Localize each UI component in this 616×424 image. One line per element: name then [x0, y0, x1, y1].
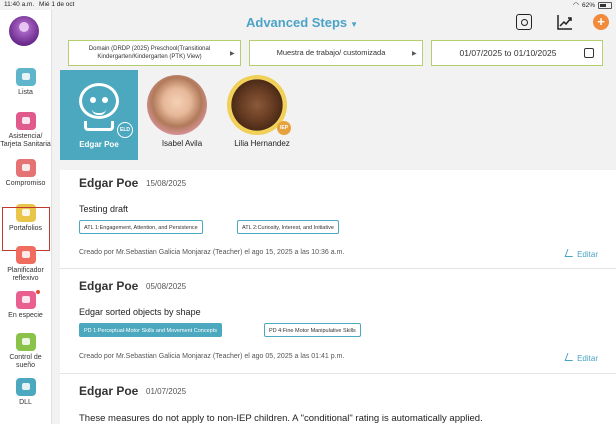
- sample-filter-text: Muestra de trabajo/ customizada: [276, 48, 386, 57]
- wifi-icon: ◠: [572, 2, 579, 9]
- page-title: Advanced Steps: [246, 15, 348, 30]
- engagement-icon: [15, 159, 36, 177]
- heart-icon: [15, 291, 36, 309]
- skill-tag[interactable]: ATL 2:Curiosity, Interest, and Initiativ…: [237, 220, 339, 234]
- status-time: 11:40 a.m. Mié 1 de oct: [4, 1, 75, 8]
- skill-tag[interactable]: PD 4:Fine Motor Manipulative Skills: [264, 323, 361, 337]
- user-avatar[interactable]: [9, 16, 39, 46]
- sidebar: Lista Asistencia/ Tarjeta Sanitaria Comp…: [0, 10, 52, 424]
- entry-date: 15/08/2025: [146, 179, 187, 188]
- planner-icon: [15, 246, 36, 264]
- date-range-text: 01/07/2025 to 01/10/2025: [459, 48, 557, 58]
- sample-filter[interactable]: Muestra de trabajo/ customizada ▶: [249, 40, 423, 66]
- entry-creator: Creado por Mr.Sebastian Galicia Monjaraz…: [79, 353, 345, 360]
- skill-tag[interactable]: PD 1:Perceptual-Motor Skills and Movemen…: [79, 323, 222, 337]
- entry-date: 05/08/2025: [146, 282, 187, 291]
- sidebar-item-label: Asistencia/ Tarjeta Sanitaria: [0, 133, 51, 148]
- sleep-icon: [15, 333, 36, 351]
- trending-chart-icon[interactable]: [557, 14, 573, 30]
- student-name: Edgar Poe: [79, 140, 119, 149]
- portfolio-entry[interactable]: Edgar Poe 15/08/2025 Testing draft ATL 1…: [60, 170, 616, 269]
- top-bar: Advanced Steps ▼ +: [52, 10, 616, 34]
- entry-text: Edgar sorted objects by shape: [79, 307, 201, 317]
- sidebar-item-en-especie[interactable]: En especie: [0, 291, 51, 320]
- camera-icon[interactable]: [516, 14, 532, 30]
- eld-badge: ELD: [117, 122, 133, 138]
- main-area: Advanced Steps ▼ + Domain (DRDP (2025) Pr…: [52, 10, 616, 424]
- student-name: Isabel Avila: [161, 139, 203, 148]
- page-title-dropdown[interactable]: Advanced Steps ▼: [246, 15, 358, 30]
- student-card-edgar[interactable]: ELD Edgar Poe: [60, 70, 138, 160]
- student-name: Lilia Hernandez: [234, 139, 290, 148]
- sidebar-item-planificador[interactable]: Planificador reflexivo: [0, 246, 51, 283]
- portfolio-entry[interactable]: Edgar Poe 01/07/2025 These measures do n…: [60, 378, 616, 424]
- skill-tag[interactable]: ATL 1:Engagement, Attention, and Persist…: [79, 220, 203, 234]
- calendar-icon: [584, 48, 594, 58]
- sidebar-item-label: DLL: [19, 399, 32, 406]
- portfolio-feed: Edgar Poe 15/08/2025 Testing draft ATL 1…: [60, 170, 616, 424]
- domain-filter[interactable]: Domain (DRDP (2025) Preschool(Transition…: [68, 40, 241, 66]
- entry-text: Testing draft: [79, 204, 129, 214]
- entry-author: Edgar Poe: [79, 384, 139, 398]
- student-card-lilia[interactable]: IEP Lilia Hernandez: [222, 70, 312, 160]
- sidebar-item-label: Planificador reflexivo: [7, 267, 44, 282]
- student-card-isabel[interactable]: Isabel Avila: [142, 70, 222, 160]
- entry-creator: Creado por Mr.Sebastian Galicia Monjaraz…: [79, 249, 345, 256]
- sidebar-item-dll[interactable]: DLL: [0, 378, 51, 407]
- entry-author: Edgar Poe: [79, 279, 139, 293]
- battery-percent: 62%: [581, 1, 595, 9]
- status-bar: 11:40 a.m. Mié 1 de oct ◠ 62%: [0, 0, 616, 10]
- student-selector: ELD Edgar Poe Isabel Avila IEP Lilia Her…: [52, 70, 616, 166]
- sidebar-item-label: Control de sueño: [9, 354, 42, 369]
- date-range-filter[interactable]: 01/07/2025 to 01/10/2025: [431, 40, 603, 66]
- student-photo: [147, 75, 207, 135]
- sidebar-item-asistencia[interactable]: Asistencia/ Tarjeta Sanitaria: [0, 112, 51, 149]
- caret-down-icon: ▼: [350, 20, 359, 29]
- domain-filter-text: Domain (DRDP (2025) Preschool(Transition…: [88, 46, 211, 60]
- portfolio-entry[interactable]: Edgar Poe 05/08/2025 Edgar sorted object…: [60, 273, 616, 374]
- battery-icon: [598, 1, 612, 9]
- sidebar-item-control-sueno[interactable]: Control de sueño: [0, 333, 51, 370]
- active-indicator: [2, 207, 50, 251]
- attendance-icon: [15, 112, 36, 130]
- sidebar-item-label: Compromiso: [5, 180, 46, 187]
- notification-dot: [36, 290, 40, 294]
- status-right: ◠ 62%: [573, 1, 612, 9]
- edit-button[interactable]: Editar: [564, 249, 598, 259]
- entry-date: 01/07/2025: [146, 387, 187, 396]
- sidebar-item-label: En especie: [8, 312, 43, 319]
- sidebar-item-compromiso[interactable]: Compromiso: [0, 159, 51, 188]
- sidebar-item-lista[interactable]: Lista: [0, 68, 51, 97]
- add-button[interactable]: +: [593, 14, 609, 30]
- language-icon: [15, 378, 36, 396]
- pencil-icon: [564, 353, 576, 361]
- list-icon: [15, 68, 36, 86]
- entry-author: Edgar Poe: [79, 176, 139, 190]
- play-arrow-icon: ▶: [230, 50, 235, 57]
- play-arrow-icon: ▶: [412, 50, 417, 57]
- sidebar-item-label: Lista: [18, 89, 33, 96]
- edit-button[interactable]: Editar: [564, 353, 598, 363]
- entry-text: These measures do not apply to non-IEP c…: [79, 413, 483, 424]
- pencil-icon: [564, 249, 576, 257]
- iep-badge: IEP: [277, 121, 291, 135]
